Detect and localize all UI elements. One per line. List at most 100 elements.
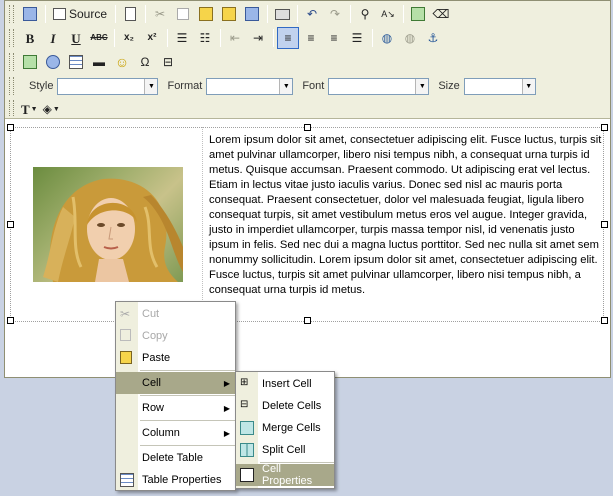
menu-item-label: Split Cell [262, 444, 306, 456]
format-combo[interactable]: ▼ [206, 77, 294, 95]
horizontal-rule-button[interactable]: ▬ [88, 51, 110, 73]
style-combo[interactable]: ▼ [57, 77, 159, 95]
paste-word-button[interactable] [241, 3, 263, 25]
menu-item-label: Row [142, 402, 165, 414]
unlink-button[interactable]: ◍ [399, 27, 421, 49]
chevron-down-icon[interactable]: ▼ [521, 78, 535, 94]
redo-button[interactable]: ↷ [324, 3, 346, 25]
align-justify-button[interactable]: ☰ [346, 27, 368, 49]
flash-button[interactable] [42, 51, 64, 73]
align-left-button[interactable]: ≡ [277, 27, 299, 49]
new-page-button[interactable] [19, 3, 41, 25]
paste-text-button[interactable] [218, 3, 240, 25]
source-button[interactable]: Source [49, 3, 111, 25]
anchor-button[interactable]: ⚓ [422, 27, 444, 49]
resize-handle-bottom-right[interactable] [601, 317, 608, 324]
toolbar-separator [403, 5, 405, 23]
toolbar-separator [145, 5, 147, 23]
size-combo[interactable]: ▼ [463, 77, 536, 95]
bulleted-list-button[interactable]: ☷ [194, 27, 216, 49]
menu-item-row[interactable]: Row ▶ [116, 397, 235, 419]
toolbar-grip[interactable] [9, 5, 14, 23]
resize-handle-left[interactable] [7, 221, 14, 228]
menu-item-merge-cells[interactable]: Merge Cells [236, 417, 334, 439]
chevron-down-icon[interactable]: ▼ [279, 78, 293, 94]
subscript-button[interactable]: x₂ [118, 27, 140, 49]
menu-item-split-cell[interactable]: Split Cell [236, 439, 334, 461]
bold-button[interactable]: B [19, 27, 41, 49]
link-button[interactable]: ◍ [376, 27, 398, 49]
resize-handle-bottom-left[interactable] [7, 317, 14, 324]
toolbar-grip[interactable] [9, 77, 14, 95]
indent-button[interactable]: ⇥ [247, 27, 269, 49]
format-combo-field[interactable] [207, 79, 279, 94]
menu-item-cut[interactable]: ✂ Cut [116, 303, 235, 325]
font-combo[interactable]: ▼ [328, 77, 430, 95]
menu-item-column[interactable]: Column ▶ [116, 422, 235, 444]
style-combo-field[interactable] [58, 79, 144, 94]
templates-button[interactable] [119, 3, 141, 25]
replace-button[interactable]: A↘ [377, 3, 399, 25]
image-button[interactable] [19, 51, 41, 73]
toolbar-row-4: Style ▼ Format ▼ Font ▼ Size ▼ [29, 74, 545, 98]
numbered-list-button[interactable]: ☰ [171, 27, 193, 49]
chevron-down-icon[interactable]: ▼ [415, 78, 429, 94]
toolbar-grip[interactable] [9, 100, 14, 116]
menu-item-copy[interactable]: Copy [116, 325, 235, 347]
cut-button[interactable]: ✂ [149, 3, 171, 25]
find-button[interactable]: ⚲ [354, 3, 376, 25]
strikethrough-icon: ABC [90, 33, 108, 42]
undo-button[interactable]: ↶ [301, 3, 323, 25]
resize-handle-bottom[interactable] [304, 317, 311, 324]
resize-handle-top-left[interactable] [7, 124, 14, 131]
menu-item-paste[interactable]: Paste [116, 347, 235, 369]
size-combo-field[interactable] [465, 79, 522, 94]
table-button[interactable] [65, 51, 87, 73]
strikethrough-button[interactable]: ABC [88, 27, 110, 49]
split-cell-icon [240, 443, 254, 457]
text-color-button[interactable]: T ▼ [19, 98, 40, 120]
outdent-button[interactable]: ⇤ [224, 27, 246, 49]
toolbar-grip[interactable] [9, 29, 14, 47]
portrait-image[interactable] [33, 167, 183, 282]
table-icon [120, 473, 134, 487]
paint-bucket-icon: ◈ [42, 102, 52, 116]
menu-item-cell[interactable]: Cell ▶ [116, 372, 235, 394]
select-all-button[interactable] [407, 3, 429, 25]
resize-handle-top[interactable] [304, 124, 311, 131]
menu-item-delete-cells[interactable]: ⊟ Delete Cells [236, 395, 334, 417]
italic-button[interactable]: I [42, 27, 64, 49]
copy-button[interactable] [172, 3, 194, 25]
superscript-button[interactable]: x² [141, 27, 163, 49]
smiley-button[interactable]: ☺ [111, 51, 133, 73]
menu-item-delete-table[interactable]: Delete Table [116, 447, 235, 469]
outdent-icon: ⇤ [229, 31, 241, 45]
clipboard-text-icon [222, 7, 237, 21]
editor-content-area[interactable]: Lorem ipsum dolor sit amet, consectetuer… [5, 120, 610, 377]
body-paragraph[interactable]: Lorem ipsum dolor sit amet, consectetuer… [209, 133, 603, 298]
align-center-button[interactable]: ≡ [300, 27, 322, 49]
font-label: Font [302, 80, 325, 92]
page-break-button[interactable]: ⊟ [157, 51, 179, 73]
format-label: Format [167, 80, 203, 92]
scissors-icon: ✂ [120, 307, 131, 321]
align-right-button[interactable]: ≡ [323, 27, 345, 49]
print-button[interactable] [271, 3, 293, 25]
context-menu: ✂ Cut Copy Paste Cell ▶ Row ▶ Column ▶ D… [115, 301, 236, 491]
paste-button[interactable] [195, 3, 217, 25]
chevron-down-icon[interactable]: ▼ [144, 78, 158, 94]
toolbar-grip[interactable] [9, 53, 14, 71]
menu-item-cell-properties[interactable]: Cell Properties [236, 463, 334, 487]
menu-item-label: Insert Cell [262, 378, 312, 390]
menu-item-table-properties[interactable]: Table Properties [116, 469, 235, 491]
underline-button[interactable]: U [65, 27, 87, 49]
menu-item-insert-cell[interactable]: ⊞ Insert Cell [236, 373, 334, 395]
resize-handle-top-right[interactable] [601, 124, 608, 131]
chevron-down-icon: ▼ [52, 105, 60, 113]
italic-icon: I [50, 30, 56, 46]
clipboard-icon [199, 7, 214, 21]
font-combo-field[interactable] [329, 79, 415, 94]
remove-format-button[interactable]: ⌫ [430, 3, 452, 25]
special-char-button[interactable]: Ω [134, 51, 156, 73]
background-color-button[interactable]: ◈ ▼ [41, 98, 62, 120]
